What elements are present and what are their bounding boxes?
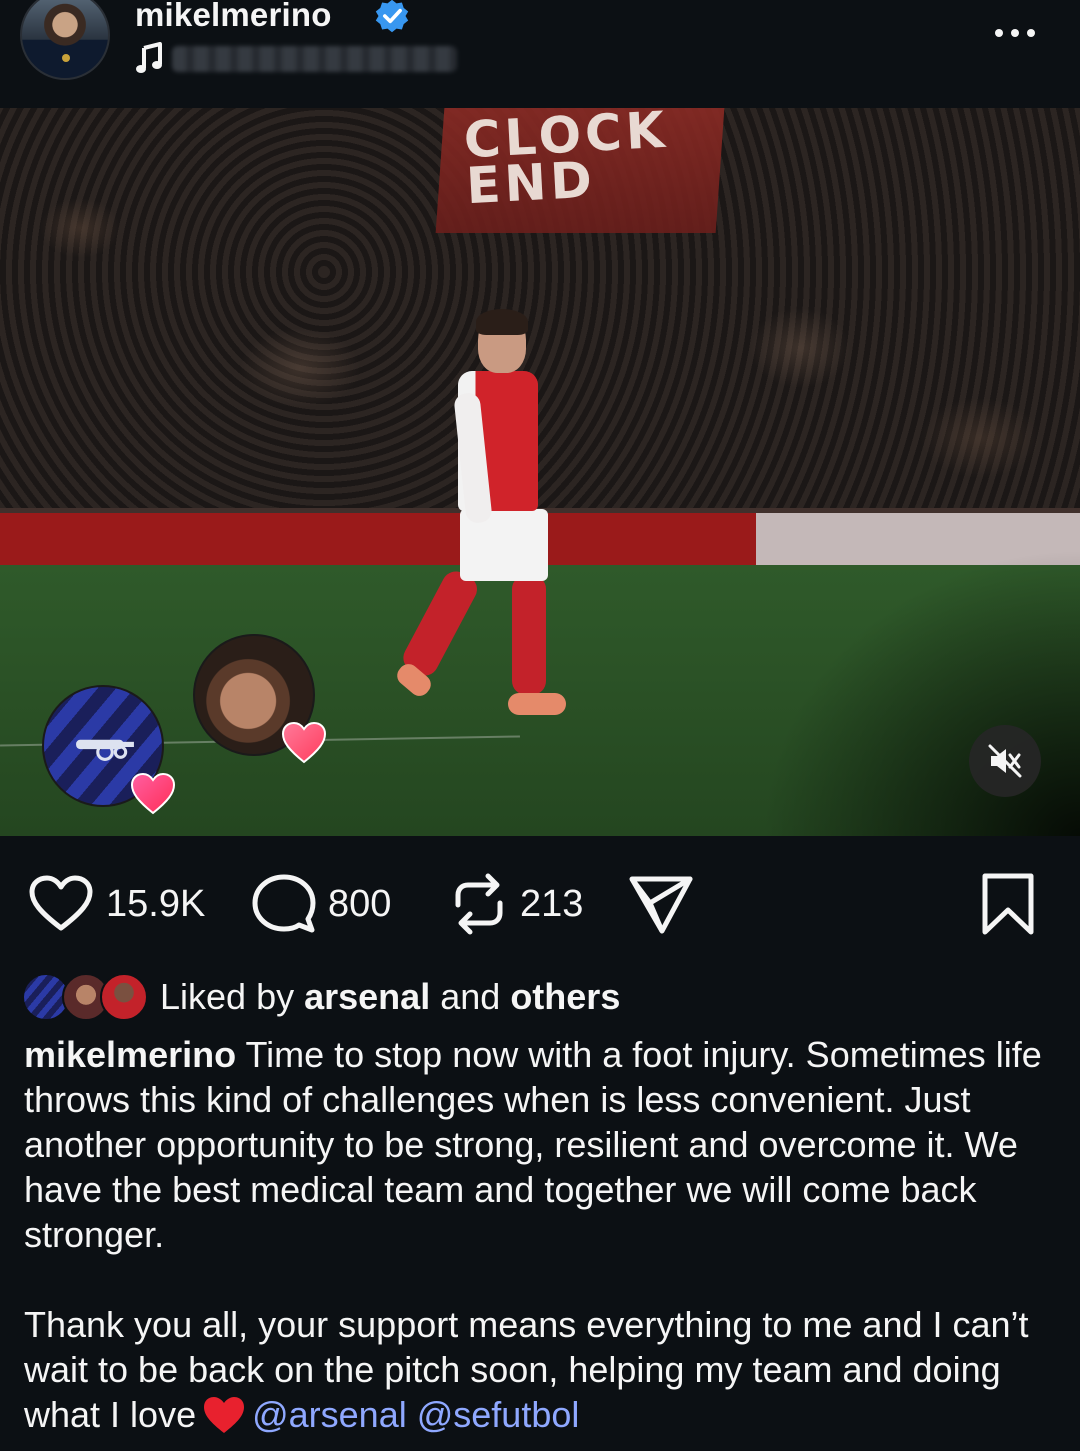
mention-sefutbol-link[interactable]: @sefutbol: [417, 1394, 580, 1435]
liked-by-user-link[interactable]: arsenal: [304, 976, 430, 1017]
post-actions: 15.9K 800 213: [0, 836, 1080, 966]
post-username[interactable]: mikelmerino: [135, 0, 332, 34]
post-header: mikelmerino: [0, 0, 1080, 108]
more-dot: [1027, 29, 1035, 37]
liker-avatar-stack[interactable]: [22, 969, 150, 1025]
player-leg: [512, 575, 546, 695]
more-dot: [1011, 29, 1019, 37]
caption-paragraph-2: Thank you all, your support means everyt…: [24, 1302, 1059, 1437]
save-action[interactable]: [980, 872, 1036, 936]
profile-avatar[interactable]: [20, 0, 110, 80]
heart-reaction-icon: [130, 772, 176, 815]
like-action[interactable]: 15.9K: [28, 872, 205, 936]
liker-avatar: [100, 973, 148, 1021]
liked-by-row[interactable]: Liked by arsenal and others: [22, 968, 620, 1026]
player-figure: [393, 309, 590, 743]
comment-bubble-icon[interactable]: [252, 873, 316, 935]
comment-action[interactable]: 800: [252, 872, 391, 936]
mute-toggle-button[interactable]: [969, 725, 1041, 797]
banner-text: CLOCK END: [462, 108, 672, 215]
comment-count[interactable]: 800: [328, 883, 391, 926]
caption-paragraph-1: mikelmerino Time to stop now with a foot…: [24, 1032, 1059, 1257]
arsenal-cannon-icon: [76, 739, 134, 761]
more-options-button[interactable]: [995, 26, 1041, 40]
more-dot: [995, 29, 1003, 37]
heart-outline-icon[interactable]: [28, 874, 94, 934]
post-caption: mikelmerino Time to stop now with a foot…: [24, 1032, 1059, 1437]
player-boot: [508, 693, 566, 715]
music-note-icon: [136, 42, 162, 73]
repost-action[interactable]: 213: [450, 872, 583, 936]
bookmark-icon[interactable]: [980, 872, 1036, 936]
pitch-shadow: [760, 548, 1080, 836]
paper-plane-icon[interactable]: [628, 873, 694, 935]
liked-by-others-link[interactable]: others: [510, 976, 620, 1017]
liked-by-connector: and: [440, 976, 501, 1017]
post-media[interactable]: CLOCK END: [0, 108, 1080, 836]
liked-by-text: Liked by arsenal and others: [160, 976, 620, 1018]
caption-username[interactable]: mikelmerino: [24, 1034, 236, 1075]
mention-arsenal-link[interactable]: @arsenal: [252, 1394, 407, 1435]
share-action[interactable]: [628, 872, 694, 936]
muted-speaker-icon: [988, 744, 1022, 778]
verified-badge-icon: [375, 0, 409, 33]
repost-arrows-icon[interactable]: [450, 871, 508, 937]
repost-count[interactable]: 213: [520, 883, 583, 926]
liked-by-prefix: Liked by: [160, 976, 295, 1017]
player-hair: [476, 309, 528, 335]
red-heart-emoji-icon: [204, 1397, 245, 1433]
crest-dot: [62, 54, 70, 62]
music-track-blurred[interactable]: [172, 46, 457, 72]
heart-reaction-icon: [281, 721, 327, 764]
like-count[interactable]: 15.9K: [106, 883, 205, 926]
